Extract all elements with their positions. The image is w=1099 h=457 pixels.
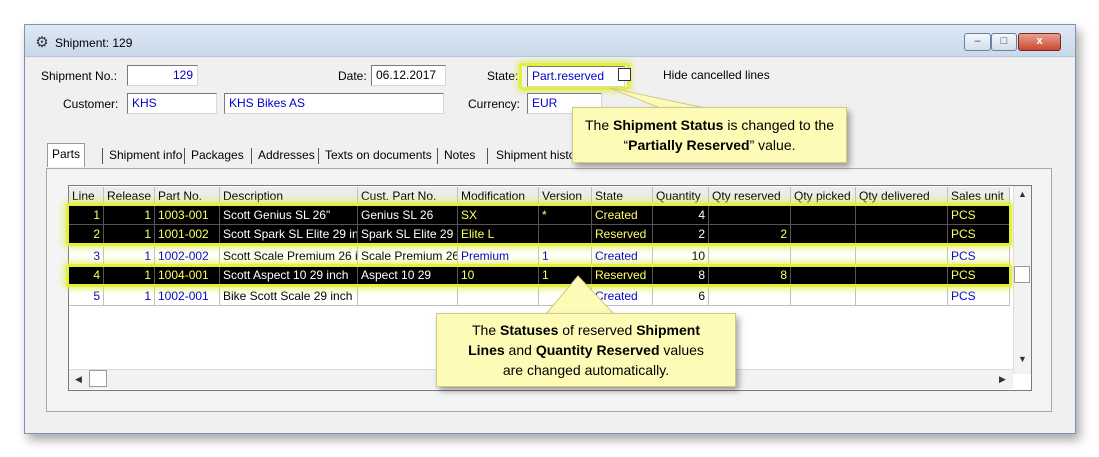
state-label: State: xyxy=(487,69,519,83)
hide-cancelled-checkbox[interactable] xyxy=(618,68,631,81)
customer-code-field[interactable]: KHS xyxy=(127,93,217,114)
state-highlight xyxy=(519,63,630,90)
tab-separator xyxy=(487,148,488,164)
tab-separator xyxy=(251,148,252,164)
tab-addresses[interactable]: Addresses xyxy=(254,145,319,167)
shipment-app-icon: ⚙ xyxy=(35,34,49,51)
cell-modification xyxy=(458,287,539,306)
tab-separator xyxy=(437,148,438,164)
tab-separator xyxy=(102,148,103,164)
minimize-button[interactable]: – xyxy=(964,33,991,51)
customer-name-field[interactable]: KHS Bikes AS xyxy=(224,93,444,114)
cell-version xyxy=(539,287,592,306)
scroll-down-arrow-icon[interactable]: ▼ xyxy=(1018,354,1027,364)
scroll-right-arrow-icon[interactable]: ▶ xyxy=(999,374,1006,385)
cell-qty-delivered xyxy=(856,287,948,306)
tab-shipment-info[interactable]: Shipment info xyxy=(105,145,186,167)
scroll-left-arrow-icon[interactable]: ◀ xyxy=(75,374,82,385)
cell-release: 1 xyxy=(104,287,155,306)
cell-qty-reserved xyxy=(709,287,791,306)
cell-quantity: 6 xyxy=(653,287,709,306)
shipment-no-label: Shipment No.: xyxy=(41,69,118,83)
reserved-rows-highlight xyxy=(66,203,1012,246)
reserved-row-highlight xyxy=(66,264,1012,287)
tab-shipment-history[interactable]: Shipment histor xyxy=(492,145,583,167)
cell-part-no: 1002-001 xyxy=(155,287,220,306)
tab-separator xyxy=(318,148,319,164)
cell-description: Bike Scott Scale 29 inch xyxy=(220,287,358,306)
status-change-callout: The Shipment Status is changed to the “P… xyxy=(572,107,847,163)
horizontal-scroll-thumb[interactable] xyxy=(89,370,107,387)
tab-parts[interactable]: Parts xyxy=(47,143,86,167)
cell-sales-unit: PCS xyxy=(948,287,1010,306)
hide-cancelled-label: Hide cancelled lines xyxy=(663,68,770,82)
tab-packages[interactable]: Packages xyxy=(187,145,248,167)
cell-qty-picked xyxy=(791,287,856,306)
cell-line: 5 xyxy=(69,287,104,306)
tab-notes[interactable]: Notes xyxy=(440,145,479,167)
title-bar[interactable]: ⚙ Shipment: 129 – □ x xyxy=(25,25,1075,57)
customer-label: Customer: xyxy=(63,97,119,111)
tab-texts-on-documents[interactable]: Texts on documents xyxy=(321,145,436,167)
shipment-no-field[interactable]: 129 xyxy=(127,65,198,86)
currency-label: Currency: xyxy=(468,97,521,111)
window-title: Shipment: 129 xyxy=(55,36,133,50)
cell-cust-part-no xyxy=(358,287,458,306)
cell-state: Created xyxy=(592,287,653,306)
date-field[interactable]: 06.12.2017 xyxy=(371,65,446,86)
tab-separator xyxy=(184,148,185,164)
date-label: Date: xyxy=(338,69,367,83)
vertical-scroll-thumb[interactable] xyxy=(1014,266,1030,283)
close-button[interactable]: x xyxy=(1018,33,1061,51)
lines-status-callout: The Statuses of reserved Shipment Lines … xyxy=(436,313,736,387)
scroll-up-arrow-icon[interactable]: ▲ xyxy=(1018,189,1027,199)
maximize-button[interactable]: □ xyxy=(991,33,1017,51)
